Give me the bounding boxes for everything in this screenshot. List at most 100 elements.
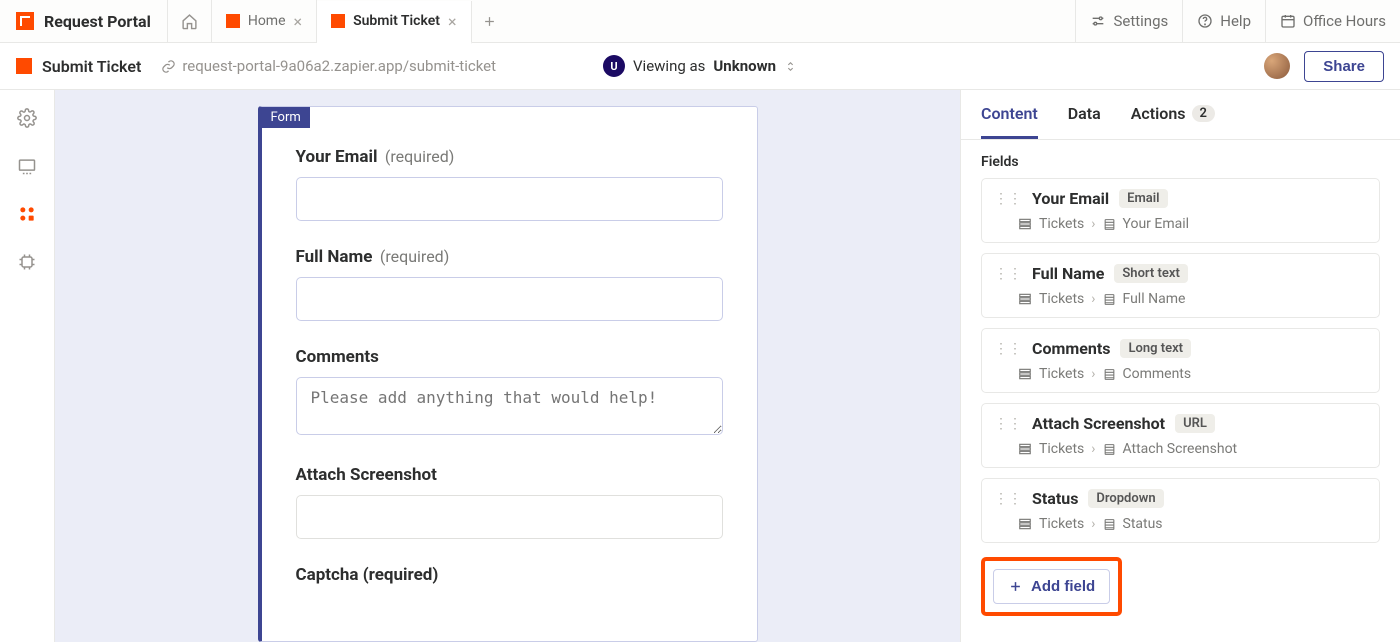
form-field-fullname: Full Name (required) [296, 247, 723, 321]
field-name: Status [1032, 489, 1078, 508]
subbar-right: Share [1264, 51, 1384, 82]
viewing-as-prefix: Viewing as [633, 57, 705, 75]
close-icon[interactable]: × [448, 12, 457, 31]
field-type-pill: URL [1175, 414, 1215, 433]
drag-handle-icon[interactable]: ⋮⋮ [994, 416, 1022, 432]
field-type-pill: Short text [1114, 264, 1187, 283]
logo-icon [16, 12, 34, 30]
form-field-captcha: Captcha (required) [296, 565, 723, 585]
help-icon [1197, 13, 1213, 29]
avatar[interactable] [1264, 53, 1290, 79]
fullname-input[interactable] [296, 277, 723, 321]
form-card: Form Your Email (required) Full Name (re… [258, 106, 758, 642]
add-field-label: Add field [1031, 578, 1095, 595]
field-card-comments[interactable]: ⋮⋮ Comments Long text Tickets › Comments [981, 328, 1380, 393]
page-url[interactable]: request-portal-9a06a2.zapier.app/submit-… [161, 57, 496, 75]
tab-actions[interactable]: Actions 2 [1131, 90, 1215, 139]
field-card-fullname[interactable]: ⋮⋮ Full Name Short text Tickets › Full N… [981, 253, 1380, 318]
field-label: Attach Screenshot [296, 465, 437, 485]
rail-integrations[interactable] [17, 252, 37, 272]
tab-actions-label: Actions [1131, 104, 1186, 123]
canvas: Form Your Email (required) Full Name (re… [55, 90, 960, 642]
topbar-right: Settings Help Office Hours [1075, 0, 1400, 42]
rail-components[interactable] [17, 204, 37, 224]
field-label: Full Name [296, 247, 373, 267]
tab-label: Home [248, 13, 286, 29]
table-icon [1018, 517, 1032, 531]
share-button[interactable]: Share [1304, 51, 1384, 82]
table-icon [1018, 292, 1032, 306]
app-brand[interactable]: Request Portal [0, 0, 168, 42]
plus-icon [482, 14, 497, 29]
tab-data[interactable]: Data [1068, 90, 1101, 139]
field-path-field: Status [1123, 516, 1163, 532]
home-button[interactable] [168, 0, 212, 42]
field-card-email[interactable]: ⋮⋮ Your Email Email Tickets › Your Email [981, 178, 1380, 243]
field-card-status[interactable]: ⋮⋮ Status Dropdown Tickets › Status [981, 478, 1380, 543]
close-icon[interactable]: × [294, 12, 303, 31]
right-panel-body: Fields ⋮⋮ Your Email Email Tickets › You… [961, 140, 1400, 630]
tab-content[interactable]: Content [981, 90, 1038, 139]
viewing-as[interactable]: U Viewing as Unknown [603, 55, 797, 77]
top-bar: Request Portal Home × Submit Ticket × Se… [0, 0, 1400, 43]
drag-handle-icon[interactable]: ⋮⋮ [994, 341, 1022, 357]
column-icon [1103, 443, 1116, 456]
field-name: Comments [1032, 339, 1110, 358]
field-type-pill: Email [1119, 189, 1167, 208]
settings-label: Settings [1113, 12, 1168, 30]
tab-submit-ticket[interactable]: Submit Ticket × [317, 1, 471, 44]
office-hours-label: Office Hours [1303, 12, 1386, 30]
page-url-text: request-portal-9a06a2.zapier.app/submit-… [182, 57, 496, 75]
field-required: (required) [385, 147, 454, 166]
column-icon [1103, 293, 1116, 306]
right-panel-tabs: Content Data Actions 2 [961, 90, 1400, 140]
chevron-up-down-icon [784, 60, 797, 73]
drag-handle-icon[interactable]: ⋮⋮ [994, 266, 1022, 282]
page-title: Submit Ticket [42, 57, 141, 76]
form-field-comments: Comments [296, 347, 723, 439]
help-button[interactable]: Help [1182, 0, 1265, 42]
chevron-right-icon: › [1091, 516, 1095, 532]
field-path-table: Tickets [1039, 291, 1084, 307]
column-icon [1103, 218, 1116, 231]
add-tab-button[interactable] [472, 14, 508, 29]
field-type-pill: Long text [1120, 339, 1191, 358]
right-panel: Content Data Actions 2 Fields ⋮⋮ Your Em… [960, 90, 1400, 642]
tab-logo-icon [226, 14, 240, 28]
tab-label: Submit Ticket [353, 13, 440, 29]
rail-layout[interactable] [17, 156, 37, 176]
fields-section-title: Fields [981, 154, 1380, 170]
help-label: Help [1220, 12, 1251, 30]
link-icon [161, 59, 176, 74]
field-name: Your Email [1032, 189, 1109, 208]
tab-home[interactable]: Home × [212, 0, 317, 42]
left-rail [0, 90, 55, 642]
chip-icon [17, 252, 37, 272]
drag-handle-icon[interactable]: ⋮⋮ [994, 191, 1022, 207]
tab-logo-icon [331, 14, 345, 28]
field-label: Captcha (required) [296, 565, 439, 585]
field-path-field: Your Email [1123, 216, 1190, 232]
office-hours-button[interactable]: Office Hours [1265, 0, 1400, 42]
rail-settings[interactable] [17, 108, 37, 128]
add-field-button[interactable]: Add field [993, 569, 1110, 604]
field-type-pill: Dropdown [1088, 489, 1163, 508]
field-path-field: Comments [1123, 366, 1192, 382]
home-icon [181, 13, 198, 30]
field-card-screenshot[interactable]: ⋮⋮ Attach Screenshot URL Tickets › Attac… [981, 403, 1380, 468]
viewing-as-user: Unknown [713, 57, 776, 75]
comments-textarea[interactable] [296, 377, 723, 435]
main: Form Your Email (required) Full Name (re… [0, 90, 1400, 642]
field-path-table: Tickets [1039, 216, 1084, 232]
topbar-left: Request Portal Home × Submit Ticket × [0, 0, 508, 42]
email-input[interactable] [296, 177, 723, 221]
form-badge: Form [262, 107, 310, 128]
screenshot-input[interactable] [296, 495, 723, 539]
app-title: Request Portal [44, 12, 151, 31]
settings-button[interactable]: Settings [1075, 0, 1182, 42]
components-icon [17, 204, 37, 224]
field-path-field: Full Name [1123, 291, 1186, 307]
drag-handle-icon[interactable]: ⋮⋮ [994, 491, 1022, 507]
user-badge-icon: U [603, 55, 625, 77]
add-field-highlight: Add field [981, 557, 1122, 616]
